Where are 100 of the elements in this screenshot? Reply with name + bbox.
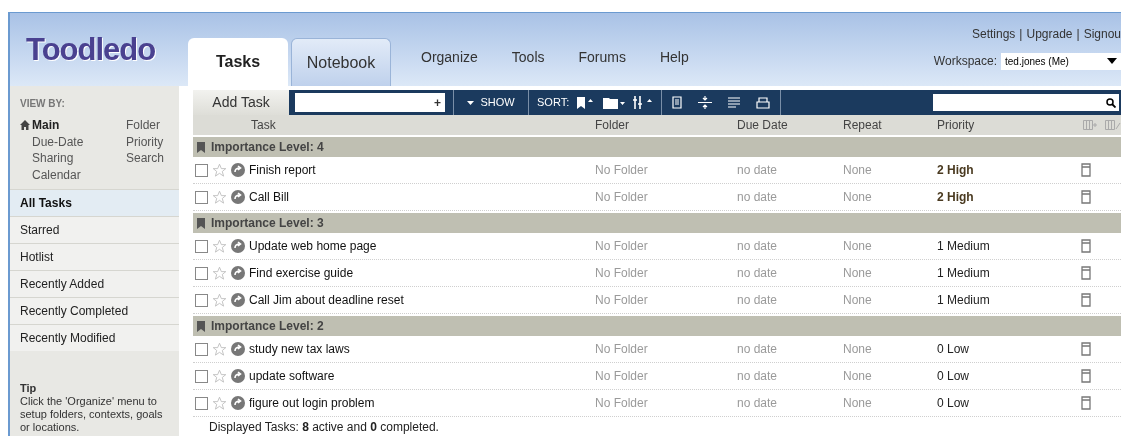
sidebar-item[interactable]: All Tasks [10, 189, 179, 216]
column-header[interactable]: Folder [583, 116, 725, 134]
checkbox[interactable] [195, 293, 208, 307]
checkbox[interactable] [195, 369, 208, 383]
due-date-cell-text: no date [736, 162, 779, 179]
note-icon[interactable] [1081, 369, 1091, 383]
view-by-link[interactable]: Main [20, 117, 114, 134]
note-icon[interactable] [1081, 266, 1091, 280]
add-task-button[interactable]: Add Task [193, 90, 289, 115]
note-icon[interactable] [1081, 190, 1091, 204]
checkbox[interactable] [195, 342, 208, 356]
task-title[interactable]: study new tax laws [249, 340, 350, 358]
folder-cell-text: No Folder [594, 238, 649, 255]
header-link[interactable]: Signou [1083, 25, 1121, 43]
dropdown-arrow-icon[interactable] [1107, 58, 1117, 64]
note-icon[interactable] [1081, 342, 1091, 356]
bookmark-icon [197, 320, 205, 332]
arrow-circle-icon[interactable] [231, 190, 245, 204]
star-icon[interactable] [212, 395, 227, 411]
task-input-field[interactable]: + [295, 93, 445, 112]
due-date-cell-text: no date [736, 265, 779, 282]
folder-cell-text: No Folder [594, 395, 649, 412]
workspace-select[interactable]: ted.jones (Me) [1001, 52, 1121, 70]
checkbox[interactable] [195, 239, 208, 253]
star-icon[interactable] [212, 368, 227, 384]
sidebar-item[interactable]: Recently Added [10, 270, 179, 297]
task-title[interactable]: Call Jim about deadline reset [249, 291, 404, 309]
task-title[interactable]: Call Bill [249, 188, 289, 206]
priority-cell-text: 2 High [936, 162, 975, 179]
arrow-circle-icon[interactable] [231, 396, 245, 410]
checkbox[interactable] [195, 266, 208, 280]
arrow-circle-icon[interactable] [231, 163, 245, 177]
bookmark-icon [197, 217, 205, 229]
sliders-icon[interactable] [633, 96, 654, 109]
nav-link[interactable]: Help [659, 47, 689, 68]
folder-icon[interactable] [603, 96, 626, 109]
view-by-link[interactable]: Search [114, 150, 169, 167]
search-icon [1106, 97, 1116, 108]
group-header: Importance Level: 3 [193, 213, 1121, 233]
due-date-cell-text: no date [736, 368, 779, 385]
task-title[interactable]: Finish report [249, 161, 316, 179]
separator: | [1076, 26, 1080, 43]
note-icon[interactable] [1081, 396, 1091, 410]
sidebar-item[interactable]: Hotlist [10, 243, 179, 270]
task-title[interactable]: Find exercise guide [249, 264, 354, 282]
view-by-link[interactable]: Priority [114, 133, 169, 150]
task-title[interactable]: figure out login problem [249, 394, 375, 412]
print-icon[interactable] [756, 96, 771, 109]
sort-label: SORT: [537, 95, 570, 111]
nav-link[interactable]: Tools [511, 47, 545, 68]
tab[interactable]: Notebook [291, 38, 391, 86]
arrow-circle-icon[interactable] [231, 369, 245, 383]
note-icon[interactable] [1081, 163, 1091, 177]
column-header[interactable]: Due Date [725, 116, 832, 134]
view-by-link[interactable]: Calendar [20, 166, 114, 183]
due-date-cell-text: no date [736, 395, 779, 412]
separator: | [1019, 26, 1023, 43]
arrow-circle-icon[interactable] [231, 342, 245, 356]
task-title[interactable]: update software [249, 367, 335, 385]
view-by-link[interactable]: Due-Date [20, 133, 114, 150]
show-button[interactable]: SHOW [454, 90, 528, 115]
note-icon[interactable] [1081, 239, 1091, 253]
nav-link[interactable]: Organize [421, 47, 478, 68]
checkbox[interactable] [195, 396, 208, 410]
header-link[interactable]: Upgrade [1026, 25, 1073, 43]
star-icon[interactable] [212, 265, 227, 281]
star-icon[interactable] [212, 341, 227, 357]
arrow-circle-icon[interactable] [231, 239, 245, 253]
logo[interactable]: Toodledo [26, 32, 156, 67]
priority-cell-text: 0 Low [936, 368, 971, 385]
search-field[interactable] [933, 94, 1119, 111]
arrow-circle-icon[interactable] [231, 293, 245, 307]
priority-cell-text: 0 Low [936, 395, 971, 412]
checkbox[interactable] [195, 190, 208, 204]
star-icon[interactable] [212, 238, 227, 254]
arrow-circle-icon[interactable] [231, 266, 245, 280]
section-heading: VIEW BY: [20, 97, 66, 111]
repeat-cell-text: None [842, 395, 873, 412]
document-icon[interactable] [672, 96, 683, 109]
bookmark-icon[interactable] [577, 96, 596, 109]
note-icon[interactable] [1081, 293, 1091, 307]
sidebar-item[interactable]: Recently Modified [10, 324, 179, 351]
task-summary: Displayed Tasks: 8 active and 0 completed. [208, 419, 440, 436]
lines-icon[interactable] [728, 96, 741, 109]
star-icon[interactable] [212, 189, 227, 205]
column-header[interactable]: Task [193, 116, 583, 134]
sidebar-item[interactable]: Starred [10, 216, 179, 243]
task-title[interactable]: Update web home page [249, 237, 377, 255]
collapse-icon[interactable] [698, 96, 713, 109]
view-by-link[interactable]: Sharing [20, 150, 114, 167]
tab[interactable]: Tasks [188, 38, 288, 86]
header-link[interactable]: Settings [972, 25, 1016, 43]
sidebar-item[interactable]: Recently Completed [10, 297, 179, 324]
column-header[interactable]: Repeat [832, 116, 925, 134]
view-by-link[interactable]: Folder [114, 117, 169, 134]
checkbox[interactable] [195, 163, 208, 177]
star-icon[interactable] [212, 162, 227, 178]
star-icon[interactable] [212, 292, 227, 308]
nav-link[interactable]: Forums [578, 47, 626, 68]
column-header[interactable]: Priority [925, 116, 1065, 134]
